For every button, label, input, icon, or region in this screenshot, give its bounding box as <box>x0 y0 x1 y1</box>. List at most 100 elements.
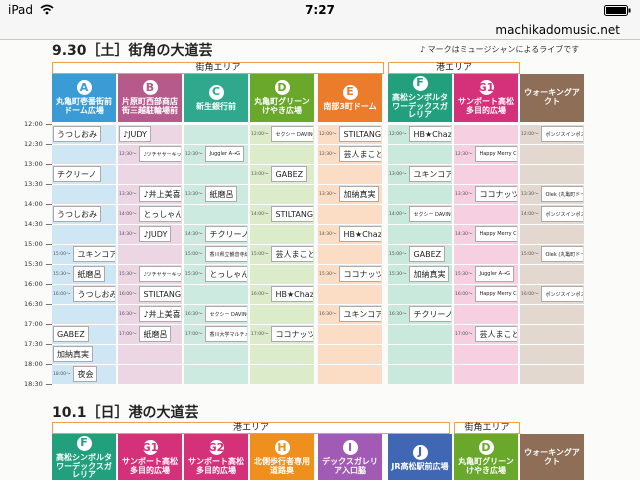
performer-name: ユキンコアキラ <box>73 246 115 262</box>
row-separator <box>118 324 182 325</box>
performance-slot: 12:00〜STILTANGO <box>319 126 381 142</box>
performance-slot: 12:00〜ポンジスインポスガーボン (丸亀町壱番街〜) <box>521 126 583 142</box>
row-separator <box>52 144 116 145</box>
row-separator <box>52 204 116 205</box>
row-separator <box>318 244 382 245</box>
address-bar[interactable]: machikadomusic.net <box>0 20 640 40</box>
performance-slot: 14:30〜 ♪JUDY <box>119 226 181 242</box>
row-separator <box>184 184 248 185</box>
row-separator <box>520 164 584 165</box>
slot-time: 15:30〜 <box>53 272 71 277</box>
performance-slot: 14:30〜Happy Merry Circus <box>455 226 517 242</box>
slot-time: 15:00〜 <box>251 252 269 257</box>
time-tick-label: 12:00 <box>24 120 43 128</box>
row-separator <box>454 244 518 245</box>
performer-name: ココナッツ山本 <box>271 326 313 342</box>
day2-column-header: ウォーキングアクト <box>520 434 584 480</box>
row-separator <box>52 164 116 165</box>
performance-slot: ♪JUDY <box>119 126 181 142</box>
performer-name: チクリーノ <box>53 166 101 182</box>
slot-time: 14:30〜 <box>185 232 203 237</box>
time-tick-label: 15:30 <box>24 260 43 268</box>
performance-slot: 15:30〜 紙磨呂 <box>53 266 115 282</box>
time-tick-label: 14:00 <box>24 200 43 208</box>
row-separator <box>520 304 584 305</box>
performer-name: とっしゃん <box>139 206 181 222</box>
performer-name: ♪ツチヤサーキット あいうみこ <box>139 266 181 282</box>
url-text: machikadomusic.net <box>495 23 620 37</box>
row-separator <box>250 124 314 125</box>
performer-name: Olek (丸亀町ドーム〜) <box>541 186 583 202</box>
performance-slot: 17:00〜香川大学マルチメディア メルシー文クラブ <box>185 326 247 342</box>
slot-time: 14:00〜 <box>119 212 137 217</box>
row-separator <box>454 124 518 125</box>
performer-name: 紙磨呂 <box>205 186 238 202</box>
schedule-page: 9.30［土］街角の大道芸 ♪ マークはミュージシャンによるライブです 街角エリ… <box>0 40 640 480</box>
row-separator <box>520 284 584 285</box>
performance-slot: 16:30〜ユキンコアキラ <box>319 306 381 322</box>
performance-slot: 13:30〜Olek (丸亀町ドーム〜) <box>521 186 583 202</box>
slot-time: 16:00〜 <box>251 292 269 297</box>
performer-name: 紙磨呂 <box>139 326 172 342</box>
row-separator <box>184 204 248 205</box>
row-separator <box>250 224 314 225</box>
day1-note: ♪ マークはミュージシャンによるライブです <box>420 45 580 54</box>
performer-name: HB★Chazz-K <box>339 226 381 242</box>
venue-name: 丸亀町グリーンけやき広場 <box>254 97 310 115</box>
row-separator <box>388 324 452 325</box>
slot-time: 12:30〜 <box>185 152 203 157</box>
performance-slot: 12:30〜Happy Merry Circus <box>455 146 517 162</box>
row-separator <box>520 184 584 185</box>
row-separator <box>318 264 382 265</box>
performance-slot: 15:30〜ココナッツ山本 <box>319 266 381 282</box>
performance-slot: 13:00〜 GABEZ <box>251 166 313 182</box>
column-background <box>318 124 382 384</box>
performer-name: Juggler A→G <box>475 266 515 282</box>
row-separator <box>520 124 584 125</box>
row-separator <box>52 244 116 245</box>
row-separator <box>318 364 382 365</box>
performer-name: HB★Chazz-K <box>271 286 313 302</box>
row-separator <box>454 304 518 305</box>
row-separator <box>52 344 116 345</box>
row-separator <box>118 304 182 305</box>
row-separator <box>250 144 314 145</box>
row-separator <box>388 284 452 285</box>
venue-name: ウォーキングアクト <box>524 448 580 466</box>
performer-name: Juggler A→G <box>205 146 245 162</box>
slot-time: 13:30〜 <box>119 192 137 197</box>
row-separator <box>520 264 584 265</box>
row-separator <box>52 264 116 265</box>
row-separator <box>388 204 452 205</box>
performance-slot: 16:00〜HB★Chazz-K <box>251 286 313 302</box>
slot-time: 17:00〜 <box>455 332 473 337</box>
performer-name: ココナッツ山本 <box>339 266 381 282</box>
performance-slot: 15:30〜♪ツチヤサーキット あいうみこ <box>119 266 181 282</box>
column-background <box>118 124 182 384</box>
performer-name: 紙磨呂 <box>73 266 106 282</box>
slot-time: 12:00〜 <box>251 132 269 137</box>
row-separator <box>250 204 314 205</box>
zone-label-port-day2: 港エリア <box>52 422 450 434</box>
column-background <box>454 124 518 384</box>
venue-letter-badge: H <box>274 440 290 456</box>
row-separator <box>118 284 182 285</box>
row-separator <box>250 284 314 285</box>
time-tick-label: 13:00 <box>24 160 43 168</box>
day2-column-header: F 高松シンボルタワーデックスガレリア <box>52 434 116 480</box>
slot-time: 17:00〜 <box>251 332 269 337</box>
slot-time: 16:30〜 <box>185 312 203 317</box>
performer-name: セクシー DAVINCI <box>205 306 247 322</box>
row-separator <box>388 144 452 145</box>
performer-name: ♪ツチヤサーキット あいうみこ <box>139 146 181 162</box>
performance-slot: うつしおみ <box>53 206 115 222</box>
slot-time: 15:00〜 <box>185 252 203 257</box>
row-separator <box>520 204 584 205</box>
day1-column-header: F 高松シンボルタワーデックスガレリア <box>388 74 452 122</box>
row-separator <box>250 344 314 345</box>
day2-column-header: H 北側歩行者専用道路奥 <box>250 434 314 480</box>
device-name: iPad <box>8 3 34 17</box>
row-separator <box>118 164 182 165</box>
slot-time: 13:30〜 <box>319 192 337 197</box>
performer-name: ポンジスインポスガーボン (丸亀町ドーム〜) <box>541 206 583 222</box>
